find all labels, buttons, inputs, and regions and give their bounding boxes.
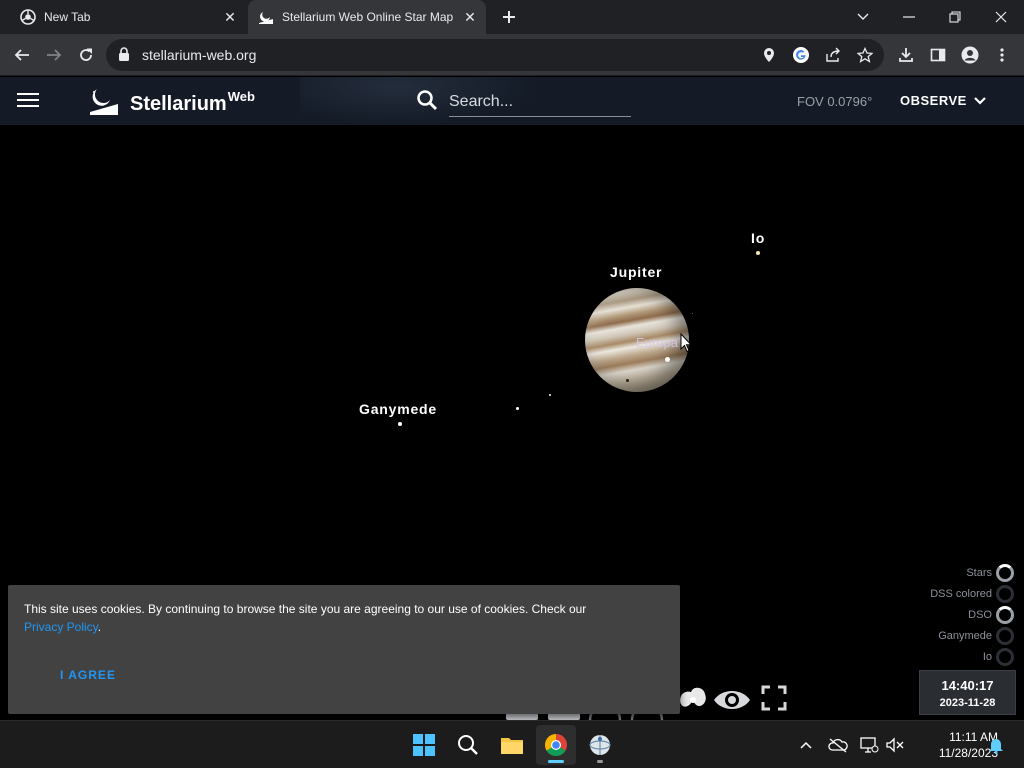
- layer-toggle[interactable]: [996, 584, 1014, 603]
- address-bar[interactable]: stellarium-web.org: [106, 39, 884, 71]
- logo-sup: Web: [227, 89, 255, 104]
- ganymede-point[interactable]: [398, 422, 402, 426]
- lock-icon[interactable]: [118, 47, 132, 63]
- notification-bell-icon[interactable]: [986, 735, 1006, 755]
- browser-menu-icon[interactable]: [989, 42, 1015, 68]
- chevron-down-icon: [974, 96, 986, 105]
- restore-icon[interactable]: [932, 0, 978, 34]
- start-button[interactable]: [404, 725, 444, 765]
- reload-icon[interactable]: [73, 42, 99, 68]
- star-point[interactable]: [692, 313, 693, 314]
- search-input[interactable]: [449, 87, 631, 117]
- windows-logo-icon: [413, 734, 435, 756]
- agree-button[interactable]: I AGREE: [38, 660, 138, 690]
- sim-time: 14:40:17: [941, 678, 994, 693]
- europa-point[interactable]: [665, 357, 670, 362]
- tray-chevron-up-icon[interactable]: [796, 735, 816, 755]
- europa-label[interactable]: Europa: [636, 335, 678, 350]
- stellarium-logo-icon[interactable]: [88, 86, 120, 116]
- search-icon[interactable]: [416, 89, 440, 113]
- layer-label: DSS colored: [930, 587, 992, 600]
- url-text[interactable]: stellarium-web.org: [142, 47, 256, 63]
- volume-muted-icon[interactable]: [885, 735, 905, 755]
- hamburger-menu-icon[interactable]: [16, 89, 40, 113]
- onedrive-offline-icon[interactable]: [828, 735, 848, 755]
- observe-label: OBSERVE: [900, 93, 967, 108]
- new-tab-plus-icon[interactable]: [498, 6, 520, 28]
- observe-button[interactable]: OBSERVE: [900, 93, 987, 108]
- io-label[interactable]: Io: [751, 230, 765, 246]
- tab-stellarium[interactable]: Stellarium Web Online Star Map ✕: [248, 0, 486, 34]
- forward-icon[interactable]: [41, 42, 67, 68]
- datetime-panel[interactable]: 14:40:17 2023-11-28: [919, 670, 1016, 715]
- chrome-icon: [20, 9, 36, 25]
- search-icon: [458, 735, 478, 755]
- cookie-text: This site uses cookies. By continuing to…: [24, 602, 587, 616]
- tab-search-chevron-icon[interactable]: [840, 0, 886, 34]
- layer-row-ganymede[interactable]: Ganymede: [874, 625, 1014, 646]
- logo-text: Stellarium: [130, 93, 227, 115]
- stellarium-favicon-icon: [258, 9, 274, 25]
- browser-toolbar: stellarium-web.org: [0, 34, 1024, 76]
- layer-toggle[interactable]: [996, 626, 1014, 645]
- layer-toggle[interactable]: [996, 605, 1014, 624]
- fov-readout: FOV 0.0796°: [797, 94, 873, 109]
- windows-taskbar: 11:11 AM 11/28/2023: [0, 720, 1024, 768]
- cookie-message: This site uses cookies. By continuing to…: [24, 600, 664, 636]
- browser-tab-strip: New Tab ✕ Stellarium Web Online Star Map…: [0, 0, 1024, 34]
- profile-icon[interactable]: [957, 42, 983, 68]
- back-icon[interactable]: [9, 42, 35, 68]
- layer-label: Stars: [966, 566, 992, 579]
- tab-close-icon[interactable]: ✕: [220, 7, 240, 27]
- tab-title: New Tab: [44, 10, 91, 24]
- star-point[interactable]: [516, 407, 519, 410]
- cookie-banner: This site uses cookies. By continuing to…: [8, 585, 680, 714]
- share-icon[interactable]: [823, 45, 843, 65]
- globe-app-icon: [589, 735, 611, 755]
- fullscreen-icon[interactable]: [760, 684, 788, 712]
- layer-toggle[interactable]: [996, 647, 1014, 666]
- layer-row-io[interactable]: Io: [874, 646, 1014, 667]
- cookie-suffix: .: [97, 620, 102, 634]
- location-icon[interactable]: [759, 45, 779, 65]
- bookmark-star-icon[interactable]: [855, 45, 875, 65]
- download-icon[interactable]: [893, 42, 919, 68]
- app-taskbar-button[interactable]: [580, 725, 620, 765]
- minimize-icon[interactable]: [886, 0, 932, 34]
- tab-close-icon[interactable]: ✕: [460, 7, 480, 27]
- layer-toggle[interactable]: [996, 563, 1014, 582]
- io-point[interactable]: [756, 251, 760, 255]
- google-lens-icon[interactable]: [791, 45, 811, 65]
- ganymede-label[interactable]: Ganymede: [359, 401, 437, 417]
- privacy-policy-link[interactable]: Privacy Policy: [24, 620, 98, 634]
- chrome-icon: [545, 734, 567, 756]
- layer-label: Ganymede: [938, 629, 992, 642]
- network-icon[interactable]: [859, 735, 879, 755]
- side-panel-icon[interactable]: [925, 42, 951, 68]
- eye-icon[interactable]: [712, 682, 752, 718]
- sim-date: 2023-11-28: [939, 697, 996, 709]
- app-title[interactable]: StellariumWeb: [130, 89, 255, 116]
- chrome-taskbar-button[interactable]: [536, 725, 576, 765]
- layer-toggles: Stars DSS colored DSO Ganymede Io: [874, 562, 1014, 667]
- jupiter-label[interactable]: Jupiter: [610, 264, 662, 280]
- layer-label: DSO: [968, 608, 992, 621]
- tab-new-tab[interactable]: New Tab ✕: [8, 0, 246, 34]
- moon-shadow-point: [626, 379, 629, 382]
- mouse-cursor-icon: [680, 333, 692, 353]
- close-window-icon[interactable]: [978, 0, 1024, 34]
- tab-title: Stellarium Web Online Star Map: [282, 10, 454, 24]
- star-point[interactable]: [549, 394, 551, 396]
- taskbar-search-button[interactable]: [448, 725, 488, 765]
- layer-row-dss[interactable]: DSS colored: [874, 583, 1014, 604]
- folder-icon: [501, 738, 523, 754]
- layer-row-dso[interactable]: DSO: [874, 604, 1014, 625]
- file-explorer-button[interactable]: [492, 725, 532, 765]
- layer-label: Io: [982, 650, 992, 663]
- app-bar: StellariumWeb FOV 0.0796° OBSERVE: [0, 77, 1024, 125]
- layer-row-stars[interactable]: Stars: [874, 562, 1014, 583]
